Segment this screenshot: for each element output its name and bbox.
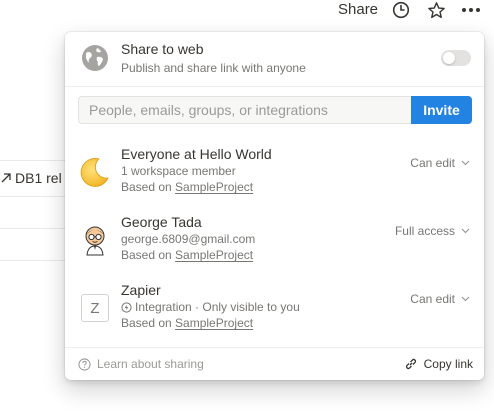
member-row[interactable]: George Tada george.6809@gmail.com Based … xyxy=(65,214,484,282)
member-detail: Integration · Only visible to you xyxy=(121,300,300,314)
based-on-label: Based on xyxy=(121,180,176,194)
based-on-label: Based on xyxy=(121,316,176,330)
member-based-on: Based on SampleProject xyxy=(121,248,253,262)
clock-icon[interactable] xyxy=(391,0,411,20)
integration-letter: Z xyxy=(81,294,109,322)
based-on-project-link[interactable]: SampleProject xyxy=(175,248,253,262)
toggle-knob xyxy=(443,52,455,64)
member-name: Everyone at Hello World xyxy=(121,146,272,162)
share-button[interactable]: Share xyxy=(338,1,378,18)
learn-about-sharing-link[interactable]: Learn about sharing xyxy=(78,357,204,371)
share-to-web-row[interactable]: Share to web Publish and share link with… xyxy=(65,32,484,86)
invite-button[interactable]: Invite xyxy=(411,96,472,124)
linked-database-ref[interactable]: DB1 rel xyxy=(0,170,62,186)
chevron-down-icon xyxy=(461,160,470,166)
more-icon[interactable] xyxy=(461,0,481,20)
based-on-label: Based on xyxy=(121,248,176,262)
popup-footer: Learn about sharing Copy link xyxy=(65,348,484,380)
share-to-web-title: Share to web xyxy=(121,41,204,57)
bg-divider xyxy=(0,196,70,197)
learn-label: Learn about sharing xyxy=(97,357,204,371)
divider xyxy=(65,86,484,87)
arrow-up-right-icon xyxy=(1,173,11,183)
member-row[interactable]: Everyone at Hello World 1 workspace memb… xyxy=(65,146,484,214)
member-detail-text: Integration · Only visible to you xyxy=(135,300,300,314)
copy-link-label: Copy link xyxy=(423,357,473,371)
member-detail-text: george.6809@gmail.com xyxy=(121,232,256,246)
copy-link-button[interactable]: Copy link xyxy=(404,357,473,371)
member-detail: 1 workspace member xyxy=(121,164,236,178)
share-popup: Share to web Publish and share link with… xyxy=(65,32,484,380)
member-based-on: Based on SampleProject xyxy=(121,316,253,330)
member-based-on: Based on SampleProject xyxy=(121,180,253,194)
globe-icon xyxy=(81,44,109,72)
link-icon xyxy=(405,358,416,370)
permission-dropdown[interactable]: Full access xyxy=(395,224,470,238)
integration-icon xyxy=(121,301,132,313)
star-icon[interactable] xyxy=(426,0,446,20)
permission-label: Can edit xyxy=(410,292,455,306)
share-to-web-toggle[interactable] xyxy=(441,50,471,66)
invite-search-input[interactable] xyxy=(78,96,411,124)
integration-avatar: Z xyxy=(79,292,111,324)
based-on-project-link[interactable]: SampleProject xyxy=(175,180,253,194)
chevron-down-icon xyxy=(461,228,470,234)
member-name: George Tada xyxy=(121,214,202,230)
member-row[interactable]: Z Zapier Integration · Only visible to y… xyxy=(65,282,484,350)
chevron-down-icon xyxy=(461,296,470,302)
member-detail: george.6809@gmail.com xyxy=(121,232,255,246)
permission-label: Full access xyxy=(394,224,455,238)
share-to-web-subtitle: Publish and share link with anyone xyxy=(121,61,306,75)
bg-divider xyxy=(0,228,70,229)
permission-label: Can edit xyxy=(410,156,455,170)
moon-icon xyxy=(79,156,111,188)
member-detail-text: 1 workspace member xyxy=(121,164,236,178)
permission-dropdown[interactable]: Can edit xyxy=(410,156,470,170)
question-icon xyxy=(78,357,91,371)
bg-divider xyxy=(0,260,70,261)
based-on-project-link[interactable]: SampleProject xyxy=(175,316,253,330)
person-avatar xyxy=(79,224,111,256)
linked-database-label: DB1 rel xyxy=(15,170,62,186)
bg-divider xyxy=(0,160,70,161)
member-name: Zapier xyxy=(121,282,161,298)
permission-dropdown[interactable]: Can edit xyxy=(410,292,470,306)
